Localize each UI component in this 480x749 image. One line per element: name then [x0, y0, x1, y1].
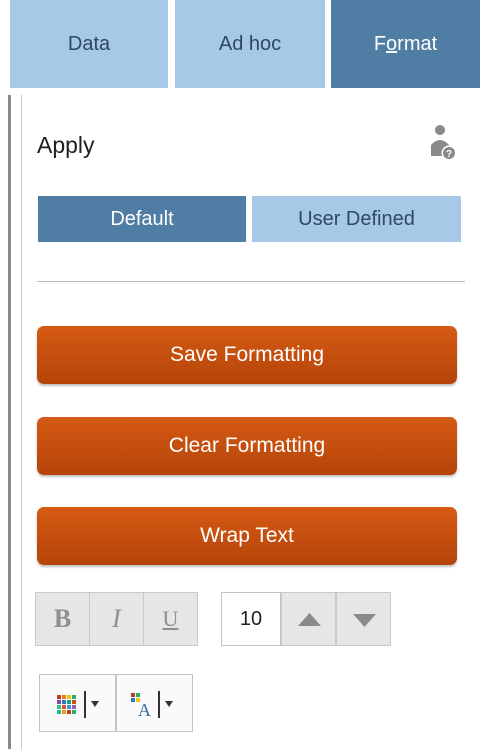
italic-icon: I: [112, 604, 121, 633]
font-color-icon: A: [131, 693, 151, 720]
fill-color-button[interactable]: [39, 674, 116, 732]
tab-format-label-mnemonic: o: [386, 32, 398, 55]
chevron-down-icon: [165, 701, 173, 707]
font-size-increase-button[interactable]: [281, 592, 336, 646]
section-divider: [37, 281, 465, 282]
italic-button[interactable]: I: [89, 592, 144, 646]
svg-text:?: ?: [446, 149, 452, 160]
tab-format[interactable]: Format: [331, 0, 480, 88]
fill-color-grid-icon: [57, 695, 76, 714]
tab-bar: Data Ad hoc Format: [0, 0, 480, 92]
wrap-text-button[interactable]: Wrap Text: [37, 507, 457, 565]
wrap-text-label: Wrap Text: [200, 524, 294, 547]
underline-button[interactable]: U: [143, 592, 198, 646]
triangle-up-icon: [298, 613, 321, 626]
chevron-down-icon: [91, 701, 99, 707]
tab-format-label-end: rmat: [397, 32, 438, 55]
tab-ad-hoc-label: Ad hoc: [218, 32, 282, 55]
save-formatting-button[interactable]: Save Formatting: [37, 326, 457, 384]
default-segment-label: Default: [110, 207, 174, 230]
font-size-value: 10: [239, 607, 263, 630]
font-size-decrease-button[interactable]: [336, 592, 391, 646]
user-defined-segment-label: User Defined: [298, 207, 415, 230]
tab-format-label: Format: [374, 33, 437, 56]
tab-format-label-start: F: [373, 32, 387, 55]
underline-icon: U: [162, 606, 179, 631]
tab-data[interactable]: Data: [10, 0, 168, 88]
svg-text:A: A: [138, 700, 151, 720]
tab-data-label: Data: [67, 32, 111, 55]
font-color-button[interactable]: A: [116, 674, 193, 732]
clear-formatting-label: Clear Formatting: [168, 434, 326, 457]
bold-button[interactable]: B: [35, 592, 90, 646]
clear-formatting-button[interactable]: Clear Formatting: [37, 417, 457, 475]
font-size-input[interactable]: 10: [221, 592, 281, 646]
tab-ad-hoc[interactable]: Ad hoc: [175, 0, 325, 88]
user-defined-segment-button[interactable]: User Defined: [252, 196, 461, 242]
apply-title: Apply: [37, 132, 95, 158]
user-help-icon[interactable]: ?: [424, 123, 460, 167]
triangle-down-icon: [353, 614, 376, 627]
save-formatting-label: Save Formatting: [169, 343, 325, 366]
default-segment-button[interactable]: Default: [38, 196, 246, 242]
bold-icon: B: [53, 604, 72, 633]
